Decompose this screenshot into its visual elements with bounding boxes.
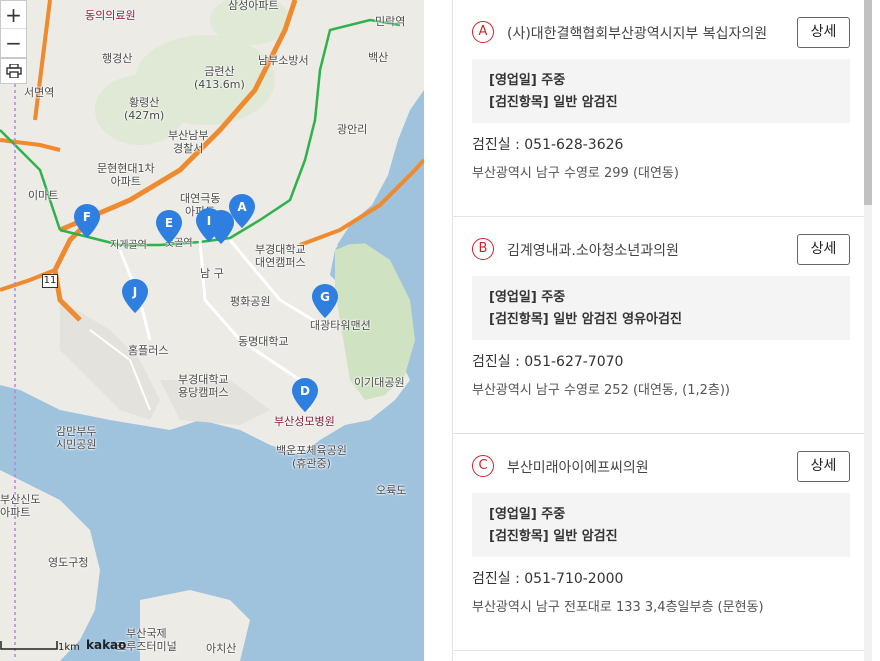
map-marker-j[interactable]: J bbox=[122, 279, 148, 313]
info-box: [영업일] 주중 [검진항목] 일반 암검진 bbox=[472, 59, 850, 123]
phone-number: 검진실 : 051-710-2000 bbox=[472, 571, 624, 587]
business-days: [영업일] 주중 bbox=[489, 290, 566, 305]
map-label-seomyeon: 서면역 bbox=[24, 86, 55, 99]
checkup-items: [검진항목] 일반 암검진 bbox=[489, 529, 618, 544]
map-marker-g[interactable]: G bbox=[312, 284, 338, 318]
map-label-dongui: 동의의료원 bbox=[85, 9, 136, 22]
map-label-baeksan: 백산 bbox=[368, 51, 389, 64]
address: 부산광역시 남구 수영로 252 (대연동, (1,2층)) bbox=[472, 383, 731, 398]
business-days: [영업일] 주중 bbox=[489, 507, 566, 522]
map-label-achisan: 아치산 bbox=[206, 642, 237, 655]
map-label-yeongdo-gu: 영도구청 bbox=[48, 556, 89, 569]
info-box: [영업일] 주중 [검진항목] 일반 암검진 bbox=[472, 493, 850, 557]
list-item: B 김계영내과.소아청소년과의원 상세 [영업일] 주중 [검진항목] 일반 암… bbox=[452, 217, 872, 434]
map-label-namgu-police: 부산남부 경찰서 bbox=[168, 129, 209, 155]
map-label-gammanbudu: 감만부두 시민공원 bbox=[56, 425, 97, 451]
station-number-badge: 11 bbox=[42, 274, 58, 288]
map-label-munhyeon: 문현현대1차 아파트 bbox=[97, 162, 155, 188]
list-item: C 부산미래아이에프씨의원 상세 [영업일] 주중 [검진항목] 일반 암검진 … bbox=[452, 434, 872, 651]
clinic-list: A (사)대한결핵협회부산광역시지부 복십자의원 상세 [영업일] 주중 [검진… bbox=[452, 0, 872, 661]
marker-letter: E bbox=[164, 216, 174, 230]
clinic-name[interactable]: 김계영내과.소아청소년과의원 bbox=[507, 240, 679, 260]
map-marker-d[interactable]: D bbox=[292, 378, 318, 412]
phone-number: 검진실 : 051-628-3626 bbox=[472, 137, 624, 153]
map-label-geumryeon: 금련산 (413.6m) bbox=[194, 65, 245, 91]
map-label-yongdang: 부경대학교 용당캠퍼스 bbox=[178, 373, 229, 399]
zoom-in-button[interactable]: + bbox=[1, 1, 26, 29]
marker-letter: F bbox=[82, 210, 92, 224]
item-letter-badge: C bbox=[472, 455, 494, 477]
scrollbar-thumb[interactable] bbox=[864, 0, 872, 205]
print-icon bbox=[5, 64, 22, 78]
marker-letter: G bbox=[320, 290, 330, 304]
print-button[interactable] bbox=[0, 58, 27, 84]
address: 부산광역시 남구 전포대로 133 3,4층일부층 (문현동) bbox=[472, 600, 764, 615]
scrollbar[interactable] bbox=[864, 0, 872, 661]
map-label-hwangryeong: 황령산 (427m) bbox=[124, 96, 165, 122]
scale-bar bbox=[0, 641, 58, 650]
map-label-gwangalli: 광안리 bbox=[337, 123, 368, 136]
map-label-jigegol: 지게골역 bbox=[110, 240, 147, 251]
map-marker-e[interactable]: E bbox=[156, 210, 182, 244]
map-label-sungmo: 부산성모병원 bbox=[274, 415, 335, 428]
detail-button[interactable]: 상세 bbox=[797, 451, 850, 482]
marker-letter: I bbox=[206, 214, 212, 228]
zoom-control: + − bbox=[0, 0, 27, 58]
detail-button[interactable]: 상세 bbox=[797, 17, 850, 48]
item-letter-badge: B bbox=[472, 238, 494, 260]
item-letter-badge: A bbox=[472, 21, 494, 43]
clinic-name[interactable]: 부산미래아이에프씨의원 bbox=[507, 457, 649, 477]
marker-letter: D bbox=[300, 384, 310, 398]
list-item: A (사)대한결핵협회부산광역시지부 복십자의원 상세 [영업일] 주중 [검진… bbox=[452, 0, 872, 217]
checkup-items: [검진항목] 일반 암검진 bbox=[489, 95, 618, 110]
map-label-igidae: 이기대공원 bbox=[354, 376, 405, 389]
kakao-logo: kakao bbox=[86, 638, 127, 652]
map-label-daegwang: 대광타워맨션 bbox=[310, 319, 371, 332]
info-box: [영업일] 주중 [검진항목] 일반 암검진 영유아검진 bbox=[472, 276, 850, 340]
map-label-samseong: 삼성아파트 bbox=[228, 0, 279, 12]
map-view[interactable]: 동의의료원 삼성아파트 민락역 행경산 금련산 (413.6m) 남부소방서 백… bbox=[0, 0, 424, 661]
detail-button[interactable]: 상세 bbox=[797, 234, 850, 265]
checkup-items: [검진항목] 일반 암검진 영유아검진 bbox=[489, 312, 682, 327]
address: 부산광역시 남구 수영로 299 (대연동) bbox=[472, 166, 679, 181]
marker-letter: J bbox=[132, 285, 138, 299]
map-label-namgu: 남 구 bbox=[200, 267, 224, 280]
business-days: [영업일] 주중 bbox=[489, 73, 566, 88]
map-label-minrak: 민락역 bbox=[375, 15, 406, 28]
phone-number: 검진실 : 051-627-7070 bbox=[472, 354, 624, 370]
map-label-homeplus: 홈플러스 bbox=[128, 344, 169, 357]
map-label-oryukdo: 오륙도 bbox=[376, 484, 407, 497]
map-label-baekun: 백운포체육공원 (휴관중) bbox=[276, 444, 347, 470]
map-label-namsobang: 남부소방서 bbox=[258, 54, 309, 67]
map-marker-i[interactable]: I bbox=[196, 208, 222, 242]
map-marker-f[interactable]: F bbox=[74, 204, 100, 238]
map-label-tongmyong: 동명대학교 bbox=[238, 335, 289, 348]
map-label-pknu: 부경대학교 대연캠퍼스 bbox=[255, 243, 306, 269]
map-label-busan-sindo: 부산신도 아파트 bbox=[0, 493, 41, 519]
map-label-emart: 이마트 bbox=[28, 189, 59, 202]
map-label-pyeonghwa: 평화공원 bbox=[230, 295, 271, 308]
map-label-haenggyeong: 행경산 bbox=[102, 52, 133, 65]
zoom-out-button[interactable]: − bbox=[1, 29, 26, 57]
scale-label: 1km bbox=[58, 642, 80, 653]
clinic-name[interactable]: (사)대한결핵협회부산광역시지부 복십자의원 bbox=[507, 23, 767, 43]
